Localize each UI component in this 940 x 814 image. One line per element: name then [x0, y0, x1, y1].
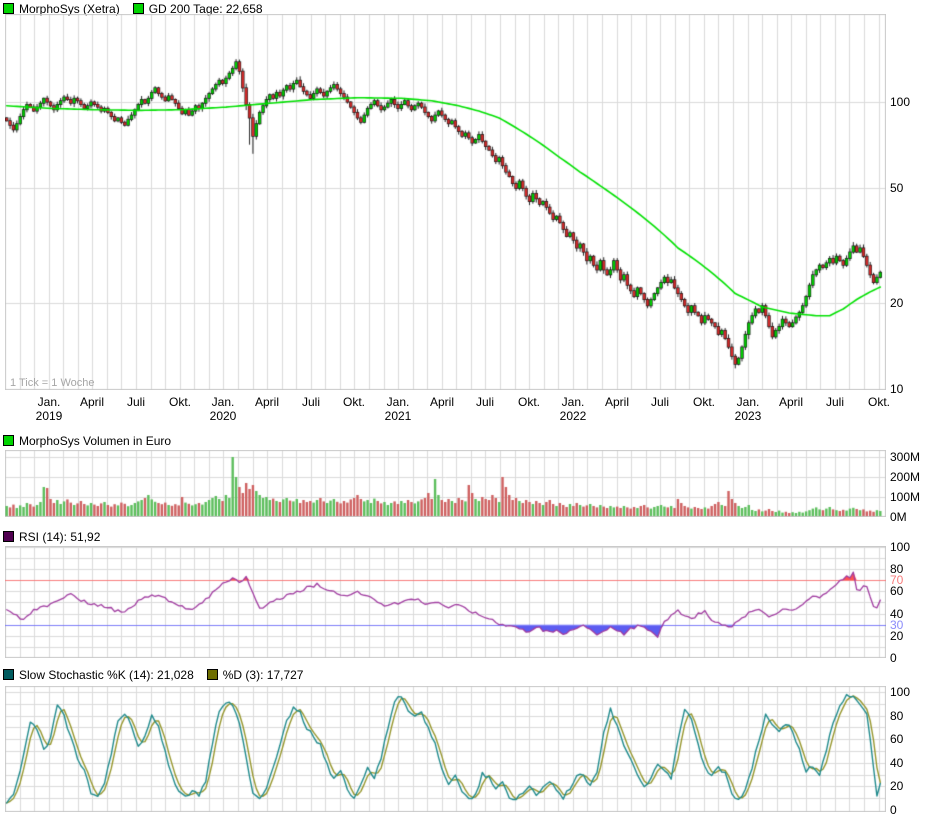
stochastic-line-chart — [5, 686, 886, 812]
legend-label-stoch-k: Slow Stochastic %K (14): 21,028 — [19, 668, 194, 682]
volume-axis-tick: 100M — [890, 490, 920, 504]
rsi-legend: RSI (14): 51,92 — [3, 529, 100, 544]
legend-label-volume: MorphoSys Volumen in Euro — [19, 434, 171, 448]
volume-legend: MorphoSys Volumen in Euro — [3, 433, 171, 448]
rsi-axis-tick: 0 — [890, 651, 897, 665]
price-axis-tick: 50 — [890, 181, 903, 195]
stock-chart-page: MorphoSys (Xetra) GD 200 Tage: 22,658 1 … — [0, 0, 940, 814]
date-axis-tick: Okt. — [847, 395, 911, 409]
rsi-axis-tick: 100 — [890, 540, 910, 554]
stochastic-axis-tick: 40 — [890, 756, 903, 770]
legend-label-rsi: RSI (14): 51,92 — [19, 530, 100, 544]
legend-item-stoch-d: %D (3): 17,727 — [207, 668, 304, 682]
rsi-line-chart — [5, 546, 886, 658]
stochastic-axis-tick: 20 — [890, 779, 903, 793]
price-axis-tick: 10 — [890, 382, 903, 396]
volume-axis-tick: 0M — [890, 510, 907, 524]
rsi-axis-tick: 20 — [890, 629, 903, 643]
volume-axis-tick: 300M — [890, 450, 920, 464]
series-swatch-icon — [133, 3, 144, 14]
series-swatch-icon — [3, 435, 14, 446]
stochastic-axis-tick: 80 — [890, 709, 903, 723]
volume-axis-tick: 200M — [890, 470, 920, 484]
legend-item-rsi: RSI (14): 51,92 — [3, 530, 100, 544]
stochastic-axis-tick: 60 — [890, 732, 903, 746]
date-axis-year-tick: 2022 — [541, 409, 605, 423]
series-swatch-icon — [3, 3, 14, 14]
stochastic-legend: Slow Stochastic %K (14): 21,028 %D (3): … — [3, 667, 303, 682]
date-axis-year-tick: 2023 — [716, 409, 780, 423]
stochastic-axis-tick: 100 — [890, 685, 910, 699]
price-candlestick-chart — [5, 14, 886, 390]
legend-label-stoch-d: %D (3): 17,727 — [223, 668, 304, 682]
date-axis-year-tick: 2020 — [191, 409, 255, 423]
stochastic-axis-tick: 0 — [890, 803, 897, 814]
series-swatch-icon — [3, 669, 14, 680]
price-axis-tick: 100 — [890, 95, 910, 109]
legend-item-stoch-k: Slow Stochastic %K (14): 21,028 — [3, 668, 194, 682]
price-axis-tick: 20 — [890, 296, 903, 310]
date-axis-year-tick: 2019 — [17, 409, 81, 423]
volume-bar-chart — [5, 450, 886, 517]
series-swatch-icon — [207, 669, 218, 680]
date-axis-year-tick: 2021 — [366, 409, 430, 423]
tick-interval-note: 1 Tick = 1 Woche — [10, 377, 94, 389]
series-swatch-icon — [3, 531, 14, 542]
legend-item-volume: MorphoSys Volumen in Euro — [3, 434, 171, 448]
rsi-axis-tick: 60 — [890, 584, 903, 598]
